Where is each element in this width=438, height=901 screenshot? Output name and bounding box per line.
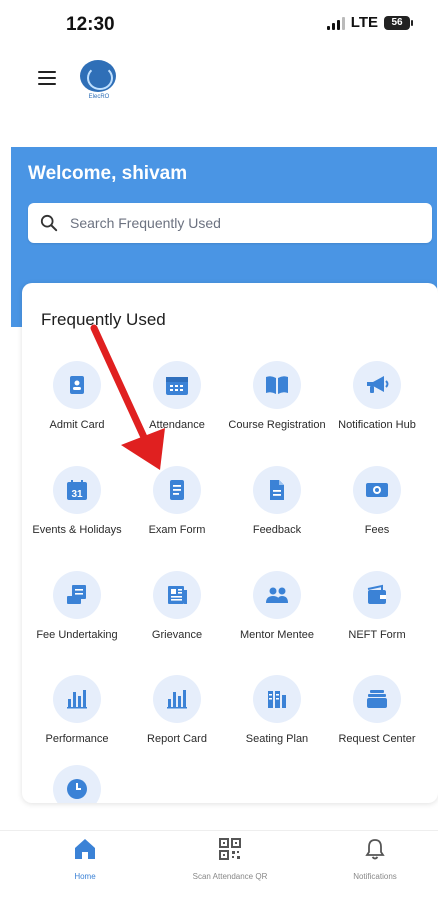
tile-performance[interactable]: Performance [27,675,127,746]
tile-label: Grievance [151,629,203,641]
search-bar[interactable] [28,203,432,243]
tile-label: Seating Plan [245,733,309,745]
stack-icon [353,675,401,723]
tile-seating-plan[interactable]: Seating Plan [227,675,327,746]
welcome-text: Welcome, shivam [28,163,188,184]
tile-fees[interactable]: Fees [327,466,427,537]
home-icon [75,839,95,859]
nav-label: Notifications [353,872,397,881]
tile-label: NEFT Form [348,629,406,641]
tile-events-holidays[interactable]: 31 Events & Holidays [27,466,127,537]
bar-chart-icon [153,675,201,723]
tile-label: Fees [364,524,390,536]
tile-grievance[interactable]: Grievance [127,571,227,642]
newspaper-icon [153,571,201,619]
tile-exam-form[interactable]: Exam Form [127,466,227,537]
seating-icon [253,675,301,723]
tile-label: Request Center [338,733,416,745]
tile-admit-card[interactable]: Admit Card [27,361,127,432]
wallet-icon [353,571,401,619]
money-icon [353,466,401,514]
svg-text:31: 31 [71,489,83,500]
section-title: Frequently Used [41,310,166,329]
tile-report-card[interactable]: Report Card [127,675,227,746]
tile-mentor-mentee[interactable]: Mentor Mentee [227,571,327,642]
bottom-nav: Home Scan Attendance QR Notifications [0,830,438,901]
tile-attendance[interactable]: Attendance [127,361,227,432]
tile-label: Course Registration [228,419,326,431]
tile-notification-hub[interactable]: Notification Hub [327,361,427,432]
tile-partial[interactable] [27,765,127,803]
tile-label: Performance [45,733,109,745]
menu-icon[interactable] [38,71,56,85]
tile-label: Exam Form [148,524,206,536]
tile-fee-undertaking[interactable]: Fee Undertaking [27,571,127,642]
signal-icon [326,16,345,30]
calendar-grid-icon [153,361,201,409]
app-logo: ElecRO [80,60,118,104]
nav-notifications[interactable]: Notifications [320,837,430,881]
tile-label: Mentor Mentee [240,629,314,641]
logo-text: ElecRO [88,94,110,100]
frequently-used-card: Frequently Used Admit Card Attendance Co… [22,283,438,803]
nav-scan-qr[interactable]: Scan Attendance QR [175,837,285,881]
qr-code-icon [219,838,241,860]
status-bar: 12:30 LTE 56 [0,0,438,46]
nav-label: Scan Attendance QR [192,872,268,881]
search-input[interactable] [68,214,412,232]
search-icon [40,214,58,232]
tile-course-registration[interactable]: Course Registration [227,361,327,432]
document-icon [153,466,201,514]
status-right: LTE 56 [326,14,413,31]
nav-home[interactable]: Home [30,837,140,881]
tile-label: Feedback [252,524,302,536]
tile-feedback[interactable]: Feedback [227,466,327,537]
id-card-icon [53,361,101,409]
file-icon [253,466,301,514]
status-time: 12:30 [66,14,115,35]
bell-icon [365,839,385,860]
tile-label: Fee Undertaking [36,629,118,641]
battery-icon: 56 [384,15,413,30]
people-icon [253,571,301,619]
book-icon [253,361,301,409]
clock-icon [53,765,101,803]
tile-label: Events & Holidays [32,524,122,536]
tile-label: Notification Hub [338,419,416,431]
tile-neft-form[interactable]: NEFT Form [327,571,427,642]
nav-label: Home [74,872,96,881]
megaphone-icon [353,361,401,409]
tile-label: Report Card [147,733,207,745]
tile-request-center[interactable]: Request Center [327,675,427,746]
network-label: LTE [350,14,378,31]
bar-chart-icon [53,675,101,723]
tile-label: Admit Card [49,419,105,431]
receipt-icon [53,571,101,619]
calendar-31-icon: 31 [53,466,101,514]
top-bar: ElecRO [0,52,438,102]
tile-label: Attendance [149,419,205,431]
